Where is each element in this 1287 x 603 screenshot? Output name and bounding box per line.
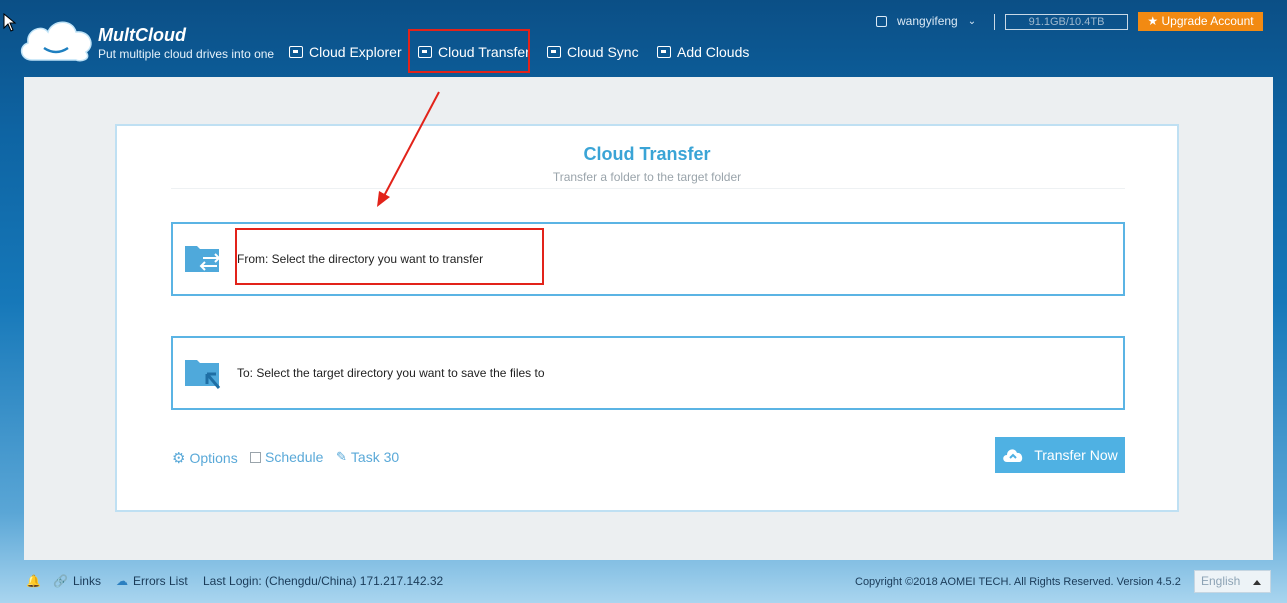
schedule-checkbox[interactable]: Schedule [250,449,323,465]
user-menu[interactable]: wangyifeng ⌄ [876,14,976,28]
storage-usage: 91.1GB/10.4TB [1005,14,1128,30]
transfer-now-label: Transfer Now [1034,447,1118,463]
upgrade-account-button[interactable]: ★ Upgrade Account [1138,12,1263,31]
links-button[interactable]: 🔗 Links [53,574,101,588]
task-name[interactable]: ✎ Task 30 [336,449,399,465]
from-directory-box[interactable]: From: Select the directory you want to t… [171,222,1125,296]
edit-icon: ✎ [336,449,347,464]
nav-add-clouds[interactable]: Add Clouds [657,42,749,62]
link-icon: 🔗 [53,574,68,588]
folder-transfer-icon [185,246,221,272]
copyright-text: Copyright ©2018 AOMEI TECH. All Rights R… [855,576,1181,588]
user-icon [876,15,887,27]
task-label: Task 30 [350,449,400,465]
multcloud-logo-icon[interactable] [18,16,94,64]
nav-cloud-explorer[interactable]: Cloud Explorer [289,42,402,62]
nav-cloud-explorer-label: Cloud Explorer [309,44,402,60]
cloud-transfer-card: Cloud Transfer Transfer a folder to the … [115,124,1179,512]
card-subtitle: Transfer a folder to the target folder [552,170,742,184]
transfer-now-button[interactable]: Transfer Now [995,437,1125,473]
options-label: Options [189,450,238,466]
cloud-upload-icon [1003,449,1023,462]
add-clouds-icon [657,46,671,58]
folder-target-icon [185,360,221,389]
username: wangyifeng [897,14,958,28]
main-panel: Cloud Transfer Transfer a folder to the … [24,77,1273,560]
header-divider [994,14,995,30]
links-label: Links [72,574,101,588]
to-directory-label: To: Select the target directory you want… [237,366,545,380]
nav-cloud-sync-label: Cloud Sync [567,44,639,60]
options-button[interactable]: ⚙ Options [172,449,238,467]
errors-list-label: Errors List [133,574,188,588]
errors-list-button[interactable]: ☁ Errors List [116,574,188,588]
bell-icon: 🔔 [26,574,41,588]
top-header: MultCloud Put multiple cloud drives into… [0,0,1287,77]
cloud-sync-icon [547,46,561,58]
checkbox-icon[interactable] [250,451,261,463]
cloud-explorer-icon [289,46,303,58]
divider [171,188,1125,189]
language-select[interactable]: English [1194,570,1271,593]
cloud-transfer-highlight-box [408,29,530,73]
brand-tagline: Put multiple cloud drives into one [98,47,275,61]
last-login: Last Login: (Chengdu/China) 171.217.142.… [203,574,444,588]
to-directory-box[interactable]: To: Select the target directory you want… [171,336,1125,410]
nav-cloud-sync[interactable]: Cloud Sync [547,42,639,62]
nav-add-clouds-label: Add Clouds [677,44,750,60]
brand-name: MultCloud [98,25,186,45]
from-highlight-box [235,228,544,285]
card-title: Cloud Transfer [583,144,711,164]
schedule-label: Schedule [265,449,324,465]
language-value: English [1201,574,1241,588]
notification-bell[interactable]: 🔔 [26,574,41,588]
mouse-cursor-icon [3,13,17,32]
cloud-error-icon: ☁ [116,574,128,588]
chevron-down-icon: ⌄ [967,15,977,27]
caret-up-icon [1253,580,1261,585]
gear-icon: ⚙ [172,450,186,467]
footer-bar: 🔔 🔗 Links ☁ Errors List Last Login: (Che… [0,570,1287,593]
